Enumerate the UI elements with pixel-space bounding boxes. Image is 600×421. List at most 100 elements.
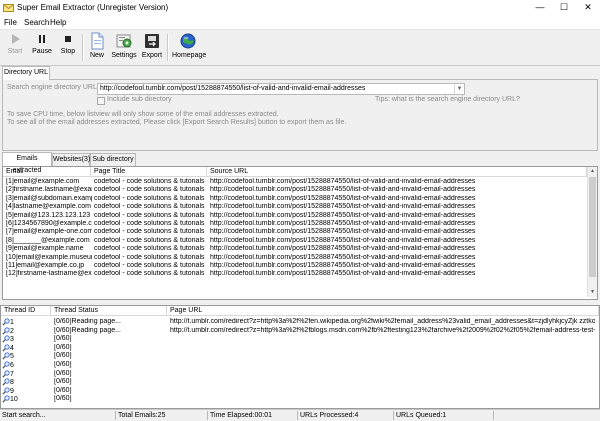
source-url-cell: http://codefool.tumblr.com/post/15288874… [210,211,476,219]
column-header-page-url[interactable]: Page URL [167,306,599,316]
column-header-thread-id[interactable]: Thread ID [1,306,51,316]
table-row[interactable]: [3]email@subdomain.exampl...codefool - c… [3,195,587,203]
page-title-cell: codefool - code solutions & tutorials &.… [94,178,206,185]
email-cell: [2]firstname.lastname@exampl... [6,186,92,194]
stop-button[interactable]: Stop [57,32,79,63]
include-sub-checkbox[interactable] [97,97,105,105]
maximize-button[interactable]: ☐ [552,0,576,16]
menu-search[interactable]: Search [24,18,49,27]
page-title-cell: codefool - code solutions & tutorials &.… [94,211,206,219]
homepage-label: Homepage [172,52,207,59]
scroll-up-icon[interactable]: ▲ [588,167,597,176]
table-row[interactable]: 1 [0/60]Reading page... http://t.umblr.com… [1,318,597,326]
status-search: Start search... [0,411,116,420]
table-row[interactable]: 9 [0/60] [1,387,597,395]
thread-id-text: 7 [10,370,14,378]
magnifier-icon [2,318,10,326]
tab-directory-url[interactable]: Directory URL [2,66,50,80]
table-row[interactable]: 3 [0/60] [1,335,597,343]
magnifier-icon [2,335,10,343]
table-row[interactable]: [6]1234567890@example.c... codefool - cod… [3,220,587,228]
tab-emails-extracted[interactable]: Emails extracted [2,152,52,174]
source-url-cell: http://codefool.tumblr.com/post/15288874… [210,178,476,185]
play-icon [12,34,20,44]
source-url-cell: http://codefool.tumblr.com/post/15288874… [210,262,476,269]
email-cell: [11]email@example.co.jp [6,262,85,269]
menu-bar: File Search Help [0,16,600,30]
source-url-cell: http://codefool.tumblr.com/post/15288874… [210,253,476,261]
table-row[interactable]: [4]lastname@example.com codefool - code s… [3,203,587,211]
tab-sub-directory[interactable]: Sub directory [90,153,136,166]
source-url-cell: http://codefool.tumblr.com/post/15288874… [210,245,476,253]
table-row[interactable]: [2]firstname.lastname@exampl...codefool … [3,186,587,194]
emails-listview[interactable]: Email Page Title Source URL [1]email@exa… [2,166,598,300]
table-row[interactable]: 7 [0/60] [1,370,597,378]
magnifier-icon [2,361,10,369]
email-cell: [10]email@example.museum [6,253,92,261]
homepage-button[interactable]: Homepage [172,32,207,63]
table-row[interactable]: [11]email@example.co.jp codefool - code s… [3,262,587,270]
toolbar-separator [82,34,84,61]
directory-url-value: http://codefool.tumblr.com/post/15288874… [100,85,366,92]
table-row[interactable]: [5]email@123.123.123.123 codefool - code … [3,212,587,220]
scroll-thumb[interactable] [589,177,596,277]
export-button[interactable]: Export [140,32,164,63]
close-button[interactable]: ✕ [576,0,600,16]
thread-id-text: 9 [10,387,14,395]
table-row[interactable]: 5 [0/60] [1,352,597,360]
column-header-source-url[interactable]: Source URL [207,167,587,177]
magnifier-icon [2,352,10,361]
include-sub-label: Include sub directory [107,96,172,103]
source-url-cell: http://codefool.tumblr.com/post/15288874… [210,194,476,202]
column-header-thread-status[interactable]: Thread Status [51,306,167,316]
export-note: To see all of the email addresses extrac… [7,119,347,126]
tips-link[interactable]: Tips: what is the search engine director… [375,96,520,103]
table-row[interactable]: [12]firstname-lastname@exam...codefool -… [3,270,587,278]
directory-url-combobox[interactable]: http://codefool.tumblr.com/post/15288874… [97,83,465,95]
email-cell: [4]lastname@example.com [6,203,91,211]
start-button[interactable]: Start [4,32,26,63]
thread-id-text: 3 [10,336,14,344]
source-url-cell: http://codefool.tumblr.com/post/15288874… [210,270,476,278]
table-row[interactable]: [8]_______@example.com codefool - code so… [3,237,587,245]
page-title-cell: codefool - code solutions & tutorials &.… [94,253,206,261]
column-header-page-title[interactable]: Page Title [91,167,207,177]
table-row[interactable]: 4 [0/60] [1,344,597,352]
dropdown-arrow-icon[interactable]: ▼ [454,84,464,94]
table-row[interactable]: 8 [0/60] [1,378,597,386]
status-bar: Start search... Total Emails:25 Time Ela… [0,409,600,421]
scroll-down-icon[interactable]: ▼ [588,288,597,297]
menu-help[interactable]: Help [50,18,66,27]
thread-status-cell: [0/60] [54,395,72,403]
table-row[interactable]: [7]email@example-one.com codefool - code … [3,228,587,236]
magnifier-icon [2,378,10,386]
page-title-cell: codefool - code solutions & tutorials &.… [94,262,206,269]
magnifier-icon [2,395,10,404]
menu-file[interactable]: File [4,18,17,27]
table-row[interactable]: [9]email@example.name codefool - code sol… [3,245,587,253]
tab-websites[interactable]: Websites(3) [52,153,90,166]
emails-vertical-scrollbar[interactable]: ▲ ▼ [587,167,597,297]
settings-button[interactable]: Settings [110,32,138,63]
table-row[interactable]: 10 [0/60] [1,395,597,403]
page-title-cell: codefool - code solutions & tutorials &.… [94,270,206,278]
new-button[interactable]: New [86,32,108,63]
table-row[interactable]: 2 [0/60]Reading page... http://t.umblr.com… [1,327,597,335]
thread-id-text: 8 [10,379,14,387]
page-title-cell: codefool - code solutions & tutorials &.… [94,228,206,236]
threads-listview[interactable]: Thread ID Thread Status Page URL 1 [0/60]… [0,305,600,409]
status-total-emails: Total Emails:25 [116,411,208,420]
thread-status-cell: [0/60]Reading page... [54,318,121,325]
magnifier-icon [2,387,10,395]
minimize-button[interactable]: — [528,0,552,16]
table-row[interactable]: [10]email@example.museum codefool - code … [3,254,587,262]
pause-button[interactable]: Pause [30,32,54,63]
directory-panel: Search engine directory URL: http://code… [2,79,598,151]
page-title-cell: codefool - code solutions & tutorials &.… [94,186,206,194]
table-row[interactable]: 6 [0/60] [1,361,597,369]
thread-id-text: 5 [10,353,14,361]
export-icon [145,34,159,48]
table-row[interactable]: [1]email@example.com codefool - code solu… [3,178,587,186]
magnifier-icon [2,326,10,335]
thread-status-cell: [0/60] [54,386,72,394]
